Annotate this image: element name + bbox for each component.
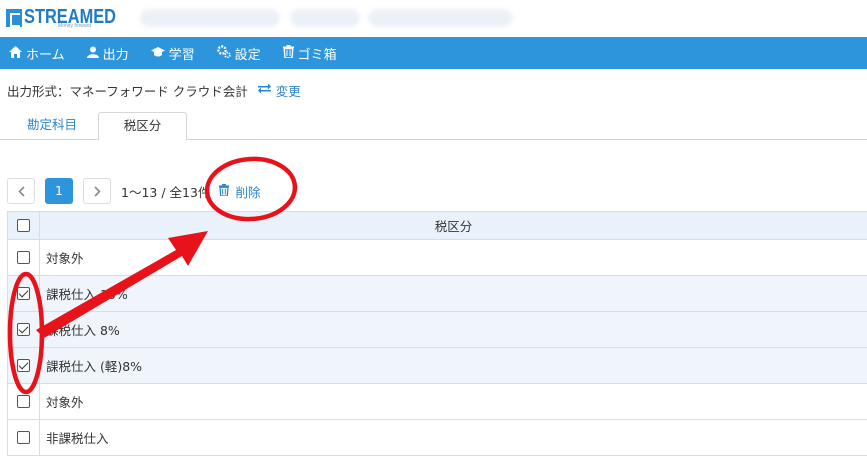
tab-account-items[interactable]: 勘定科目 [10, 112, 94, 140]
row-checkbox[interactable] [17, 395, 30, 408]
nav-settings-label: 設定 [234, 47, 261, 63]
top-header: STREAMED Money forward [0, 0, 867, 37]
record-count: 1〜13 / 全13件 [121, 184, 211, 200]
row-checkbox[interactable] [17, 323, 30, 336]
nav-trash[interactable]: ゴミ箱 [282, 44, 337, 63]
user-icon [86, 46, 99, 61]
row-checkbox[interactable] [17, 287, 30, 300]
chevron-left-icon [17, 185, 25, 197]
row-label: 非課税仕入 [46, 431, 109, 446]
exchange-icon [257, 83, 271, 98]
output-format-line: 出力形式：マネーフォワード クラウド会計 変更 [7, 81, 301, 100]
pagination: 1 1〜13 / 全13件 削除 [7, 178, 260, 204]
table-row[interactable]: 対象外 [7, 240, 867, 276]
nav-learning[interactable]: 学習 [150, 44, 195, 63]
tab-bar: 勘定科目 税区分 [0, 112, 867, 141]
table-row[interactable]: 課税仕入 (軽)8% [7, 348, 867, 384]
table-row[interactable]: 課税仕入 8% [7, 312, 867, 348]
row-checkbox[interactable] [17, 359, 30, 372]
tab-tax-category[interactable]: 税区分 [98, 112, 187, 141]
table-header-row: 税区分 [7, 211, 867, 240]
tax-category-table: 税区分 対象外 課税仕入 10% 課税仕入 8% 課税仕入 (軽)8% 対象外 … [7, 211, 867, 456]
change-format-link[interactable]: 変更 [257, 81, 301, 100]
logo-subtext: Money forward [58, 23, 92, 29]
row-checkbox[interactable] [17, 251, 30, 264]
home-icon [9, 45, 22, 61]
select-all-cell [8, 212, 40, 239]
change-format-label: 変更 [275, 84, 301, 99]
trash-icon [219, 183, 230, 199]
row-label: 対象外 [46, 395, 84, 410]
column-header-tax-category: 税区分 [434, 219, 473, 234]
blurred-account-info [290, 9, 360, 27]
select-all-checkbox[interactable] [17, 219, 30, 232]
nav-output[interactable]: 出力 [86, 44, 129, 63]
nav-settings[interactable]: 設定 [216, 44, 261, 63]
table-row[interactable]: 対象外 [7, 384, 867, 420]
blurred-account-info [368, 9, 513, 27]
nav-output-label: 出力 [102, 47, 129, 63]
logo-mark-icon [6, 9, 22, 27]
row-checkbox[interactable] [17, 431, 30, 444]
current-page-button[interactable]: 1 [45, 178, 73, 204]
prev-page-button[interactable] [7, 178, 35, 204]
nav-home-label: ホーム [26, 47, 65, 63]
delete-label: 削除 [235, 184, 261, 200]
row-label: 課税仕入 8% [46, 323, 120, 338]
gears-icon [216, 45, 231, 61]
table-row[interactable]: 課税仕入 10% [7, 276, 867, 312]
table-row[interactable]: 非課税仕入 [7, 420, 867, 456]
nav-home[interactable]: ホーム [9, 44, 65, 63]
trash-icon [282, 45, 294, 61]
main-nav: ホーム 出力 学習 設定 ゴミ箱 [0, 37, 867, 69]
blurred-account-info [140, 9, 280, 27]
row-label: 課税仕入 10% [46, 287, 128, 302]
nav-learning-label: 学習 [168, 47, 195, 63]
graduation-cap-icon [150, 46, 165, 60]
output-format-text: 出力形式：マネーフォワード クラウド会計 [7, 84, 248, 99]
row-label: 対象外 [46, 251, 84, 266]
next-page-button[interactable] [83, 178, 111, 204]
nav-trash-label: ゴミ箱 [297, 47, 337, 63]
row-label: 課税仕入 (軽)8% [46, 359, 143, 374]
chevron-right-icon [93, 185, 101, 197]
delete-button[interactable]: 削除 [219, 182, 260, 201]
